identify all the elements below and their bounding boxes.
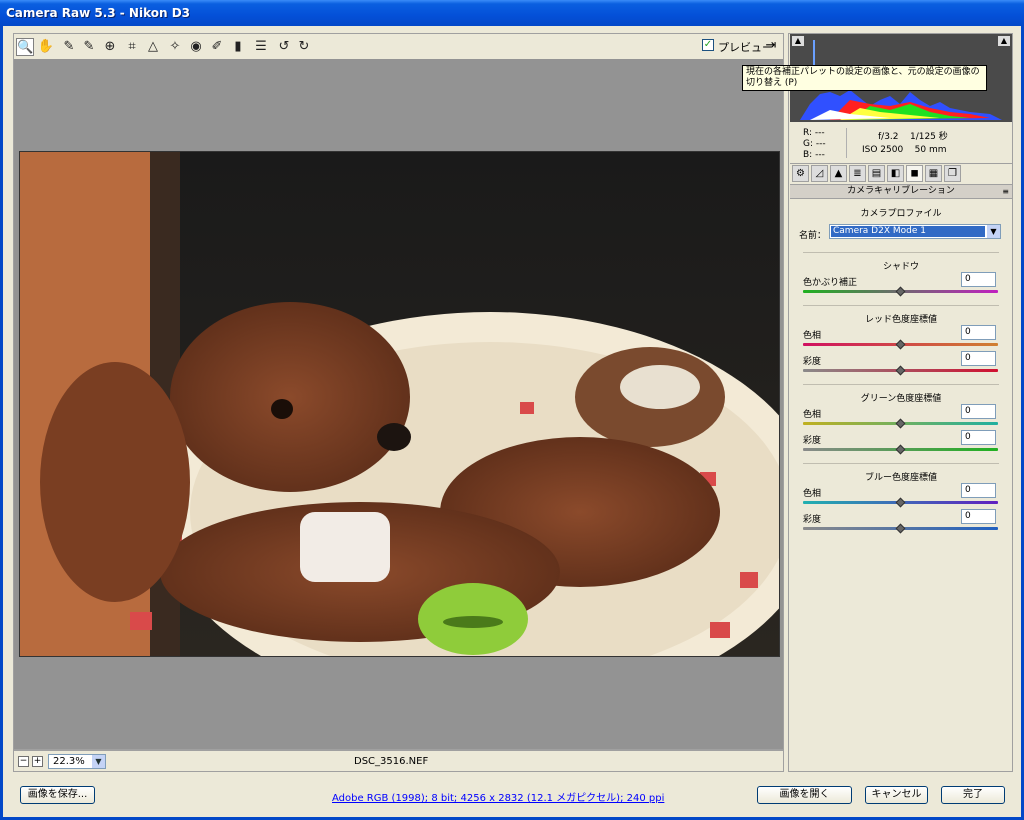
- green-hue-slider-thumb[interactable]: [895, 418, 906, 429]
- tool-bar: 🔍 ✋ ✎ ✎ ⊕ ⌗ △ ✧ ◉ ✐ ▮ ☰ ↺ ↻ ✓ プレビュー ⇥: [13, 33, 784, 59]
- readout-divider: [846, 128, 847, 158]
- file-name: DSC_3516.NEF: [354, 756, 429, 767]
- divider: [803, 252, 999, 253]
- tint-label: 色かぶり補正: [803, 278, 858, 288]
- panel-tabs: ⚙ ◿ ▲ ≣ ▤ ◧ ◼ ▦ ❐: [790, 165, 1012, 183]
- tab-presets-icon[interactable]: ▦: [925, 165, 942, 182]
- camera-profile-select[interactable]: Camera D2X Mode 1 ▼: [829, 224, 1001, 239]
- blue-saturation-slider-thumb[interactable]: [895, 523, 906, 534]
- spot-removal-tool-icon[interactable]: ✧: [166, 38, 184, 56]
- zoom-in-button[interactable]: +: [32, 756, 43, 767]
- blue-saturation-label: 彩度: [803, 515, 822, 525]
- tooltip: 現在の各補正パレットの設定の画像と、元の設定の画像の切り替え (P): [742, 65, 987, 91]
- focal-length-value: 50 mm: [914, 145, 947, 155]
- targeted-adjustment-tool-icon[interactable]: ⊕: [101, 38, 119, 56]
- chevron-down-icon[interactable]: ▼: [987, 225, 1000, 238]
- fullscreen-toggle-icon[interactable]: ⇥: [762, 37, 780, 55]
- preview-checkbox[interactable]: ✓: [702, 39, 714, 51]
- white-balance-tool-icon[interactable]: ✎: [60, 38, 78, 56]
- red-saturation-input[interactable]: 0: [961, 351, 996, 366]
- tab-lens-corrections-icon[interactable]: ◧: [887, 165, 904, 182]
- green-primary-heading: グリーン色度座標値: [860, 394, 942, 404]
- tab-hsl-icon[interactable]: ≣: [849, 165, 866, 182]
- camera-profile-value: Camera D2X Mode 1: [831, 226, 985, 237]
- green-hue-input[interactable]: 0: [961, 404, 996, 419]
- highlight-clipping-warning-icon[interactable]: ▲: [998, 36, 1010, 46]
- settings-panel: ▲ ▲ R: --- G: --- B: --- f/3.2 1/125 秒 I…: [788, 33, 1013, 772]
- aperture-value: f/3.2: [878, 132, 899, 142]
- red-readout: R: ---: [803, 128, 825, 138]
- red-primary-heading: レッド色度座標値: [864, 315, 937, 325]
- profile-name-label: 名前：: [799, 231, 827, 241]
- window-title: Camera Raw 5.3 - Nikon D3: [0, 0, 1024, 26]
- divider: [803, 384, 999, 385]
- red-hue-label: 色相: [803, 331, 822, 341]
- rotate-left-icon[interactable]: ↺: [275, 38, 293, 56]
- image-canvas[interactable]: [13, 59, 784, 750]
- workflow-options-link[interactable]: Adobe RGB (1998); 8 bit; 4256 x 2832 (12…: [332, 789, 664, 804]
- blue-readout: B: ---: [803, 150, 825, 160]
- tab-snapshots-icon[interactable]: ❐: [944, 165, 961, 182]
- green-saturation-label: 彩度: [803, 436, 822, 446]
- green-saturation-input[interactable]: 0: [961, 430, 996, 445]
- photo-preview[interactable]: [19, 151, 780, 657]
- green-saturation-slider-thumb[interactable]: [895, 444, 906, 455]
- preferences-icon[interactable]: ☰: [252, 38, 270, 56]
- tint-input[interactable]: 0: [961, 272, 996, 287]
- section-title: カメラキャリブレーション ≡: [790, 184, 1012, 199]
- blue-hue-label: 色相: [803, 489, 822, 499]
- tab-split-toning-icon[interactable]: ▤: [868, 165, 885, 182]
- graduated-filter-icon[interactable]: ▮: [229, 38, 247, 56]
- zoom-level-select[interactable]: 22.3% ▼: [48, 754, 106, 769]
- status-bar: − + 22.3% ▼ DSC_3516.NEF: [13, 750, 784, 772]
- chevron-down-icon[interactable]: ▼: [92, 755, 105, 768]
- tab-basic-icon[interactable]: ⚙: [792, 165, 809, 182]
- iso-value: ISO 2500: [862, 145, 904, 155]
- color-sampler-tool-icon[interactable]: ✎: [80, 38, 98, 56]
- pixel-readout: R: --- G: --- B: --- f/3.2 1/125 秒 ISO 2…: [790, 122, 1012, 164]
- crop-tool-icon[interactable]: ⌗: [123, 38, 141, 56]
- tab-camera-calibration-icon[interactable]: ◼: [906, 165, 923, 182]
- dog-photo-image: [20, 152, 779, 656]
- camera-calibration-title: カメラキャリブレーション: [847, 186, 955, 196]
- open-image-button[interactable]: 画像を開く: [757, 786, 852, 804]
- red-saturation-label: 彩度: [803, 357, 822, 367]
- green-hue-label: 色相: [803, 410, 822, 420]
- green-readout: G: ---: [803, 139, 826, 149]
- divider: [803, 463, 999, 464]
- blue-hue-input[interactable]: 0: [961, 483, 996, 498]
- panel-menu-icon[interactable]: ≡: [1002, 185, 1009, 198]
- red-eye-removal-tool-icon[interactable]: ◉: [187, 38, 205, 56]
- blue-primary-heading: ブルー色度座標値: [864, 473, 937, 483]
- red-hue-input[interactable]: 0: [961, 325, 996, 340]
- adjustment-brush-icon[interactable]: ✐: [208, 38, 226, 56]
- rotate-right-icon[interactable]: ↻: [295, 38, 313, 56]
- done-button[interactable]: 完了: [941, 786, 1005, 804]
- tab-tone-curve-icon[interactable]: ◿: [811, 165, 828, 182]
- zoom-out-button[interactable]: −: [18, 756, 29, 767]
- shadow-clipping-warning-icon[interactable]: ▲: [792, 36, 804, 46]
- tab-detail-icon[interactable]: ▲: [830, 165, 847, 182]
- shadows-heading: シャドウ: [882, 262, 919, 272]
- blue-saturation-input[interactable]: 0: [961, 509, 996, 524]
- cancel-button[interactable]: キャンセル: [865, 786, 928, 804]
- zoom-tool-icon[interactable]: 🔍: [16, 38, 34, 56]
- zoom-level-value: 22.3%: [53, 756, 85, 767]
- hand-tool-icon[interactable]: ✋: [37, 38, 55, 56]
- red-hue-slider-thumb[interactable]: [895, 339, 906, 350]
- save-image-button[interactable]: 画像を保存...: [20, 786, 95, 804]
- divider: [803, 305, 999, 306]
- shutter-speed-value: 1/125 秒: [909, 132, 948, 142]
- red-saturation-slider-thumb[interactable]: [895, 365, 906, 376]
- camera-profile-heading: カメラプロファイル: [860, 209, 942, 219]
- tint-slider-thumb[interactable]: [895, 286, 906, 297]
- blue-hue-slider-thumb[interactable]: [895, 497, 906, 508]
- straighten-tool-icon[interactable]: △: [144, 38, 162, 56]
